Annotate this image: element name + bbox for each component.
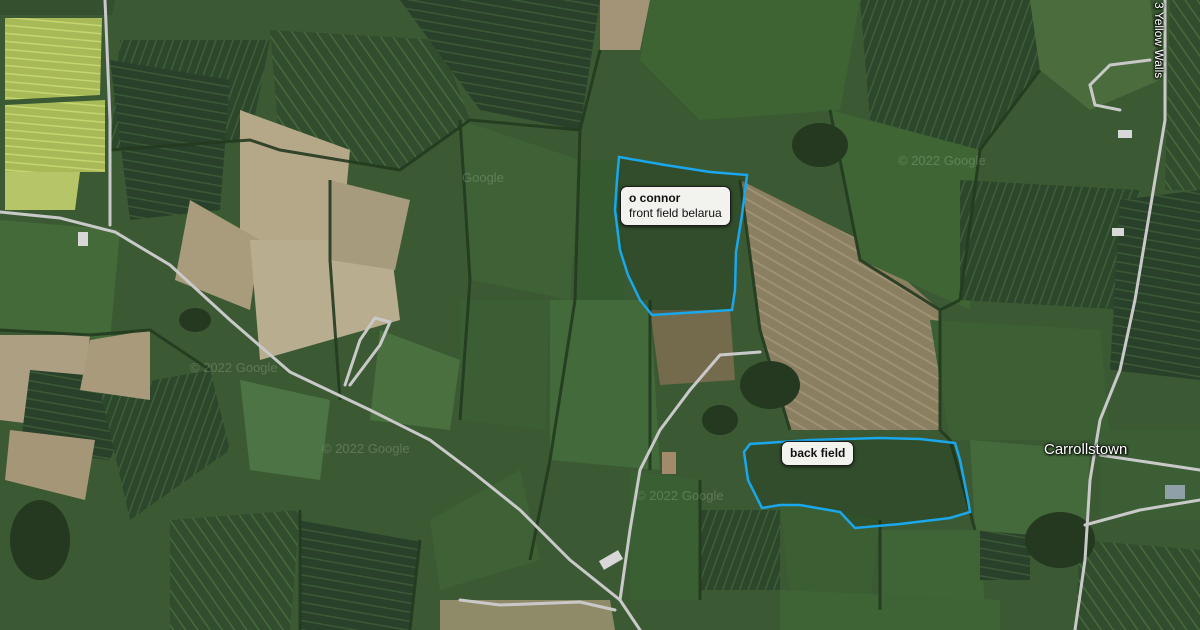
map-watermark: Google [462, 170, 504, 185]
place-label-carrollstown: Carrollstown [1044, 441, 1128, 458]
field-label-front-field[interactable]: o connor front field belarua [620, 186, 731, 226]
satellite-imagery [0, 0, 1200, 630]
field-name-label: back field [790, 446, 846, 460]
map-watermark: © 2022 Google [636, 488, 724, 503]
map-watermark: © 2022 Google [190, 360, 278, 375]
field-name-label: front field belarua [629, 206, 722, 220]
field-label-back-field[interactable]: back field [781, 441, 855, 466]
field-owner-label: o connor [629, 191, 681, 205]
satellite-map[interactable]: Google © 2022 Google © 2022 Google © 202… [0, 0, 1200, 630]
map-watermark: © 2022 Google [898, 153, 986, 168]
field-outline-front-field[interactable] [613, 155, 749, 317]
road-label-yellow-walls: 3 Yellow Walls [1152, 2, 1166, 79]
map-watermark: © 2022 Google [322, 441, 410, 456]
